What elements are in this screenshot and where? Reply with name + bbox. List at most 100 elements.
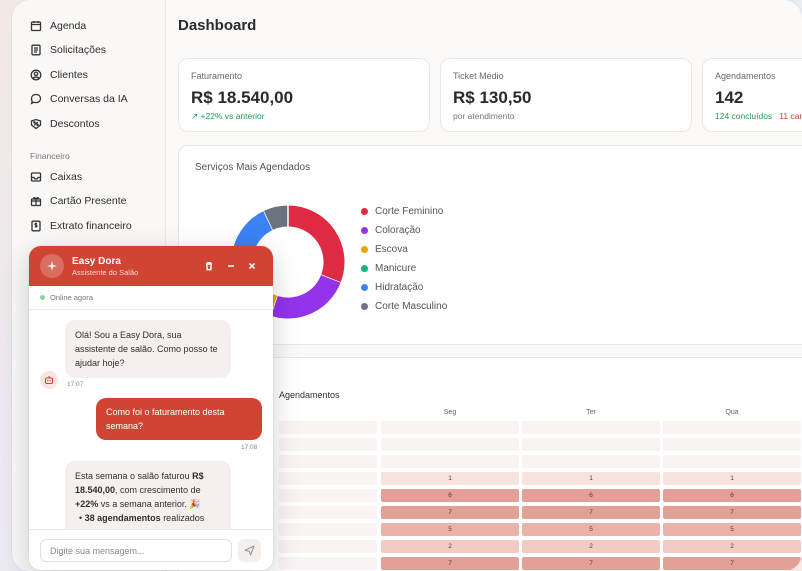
heatmap-cell[interactable]: 7	[381, 557, 519, 570]
heatmap-cell[interactable]	[279, 506, 377, 519]
sidebar-item-agenda[interactable]: Agenda	[30, 18, 86, 34]
heatmap-cell[interactable]	[279, 455, 377, 468]
heatmap-cell[interactable]	[279, 472, 377, 485]
heatmap-cell[interactable]: 6	[381, 489, 519, 502]
heatmap-cell[interactable]	[381, 455, 519, 468]
heatmap-cell[interactable]: 2	[663, 540, 801, 553]
sidebar-item-label: Clientes	[50, 69, 88, 81]
sidebar-item-conversas[interactable]: Conversas da IA	[30, 91, 128, 107]
heatmap-cell[interactable]: 7	[522, 506, 660, 519]
stat-trend-text: +22% vs anterior	[200, 111, 265, 121]
heatmap-cell[interactable]	[279, 421, 377, 434]
message-text: realizados	[160, 513, 205, 523]
heatmap-cell[interactable]: 7	[381, 506, 519, 519]
page-title: Dashboard	[178, 17, 257, 34]
chat-widget: Easy Dora Assistente do Salão Online ago…	[29, 246, 273, 570]
sidebar-item-extrato[interactable]: Extrato financeiro	[30, 218, 132, 234]
section-label-financeiro: Financeiro	[30, 151, 70, 161]
heatmap-cell[interactable]: 1	[381, 472, 519, 485]
minimize-chat-button[interactable]	[224, 259, 238, 273]
heatmap-cell[interactable]	[663, 438, 801, 451]
heatmap-cell[interactable]	[381, 438, 519, 451]
sidebar-item-clientes[interactable]: Clientes	[30, 67, 88, 83]
chat-footer	[29, 529, 273, 570]
donut-slice-corte-feminino[interactable]	[287, 205, 345, 283]
heatmap-cell[interactable]: 2	[522, 540, 660, 553]
chat-message-input[interactable]	[40, 539, 232, 562]
chat-header: Easy Dora Assistente do Salão	[29, 246, 273, 286]
heatmap-cell[interactable]: 7	[522, 557, 660, 570]
legend-dot	[361, 227, 368, 234]
divider	[29, 309, 273, 310]
heatmap-cell[interactable]: 5	[522, 523, 660, 536]
legend-dot	[361, 265, 368, 272]
legend-label: Manicure	[375, 263, 417, 274]
heatmap-cell[interactable]	[522, 455, 660, 468]
legend-item: Escova	[361, 240, 447, 259]
heatmap-cell[interactable]: 1	[522, 472, 660, 485]
sidebar-item-label: Conversas da IA	[50, 93, 128, 105]
heatmap-cell[interactable]: 6	[663, 489, 801, 502]
heatmap-cell[interactable]: 7	[663, 506, 801, 519]
stat-sub: 124 concluídos 11 cancelados	[715, 111, 802, 121]
sidebar-item-label: Extrato financeiro	[50, 220, 132, 232]
sidebar-item-caixas[interactable]: Caixas	[30, 169, 82, 185]
delete-chat-button[interactable]	[202, 259, 216, 273]
legend-dot	[361, 284, 368, 291]
heatmap-cell[interactable]: 2	[381, 540, 519, 553]
message-bold: +22%	[75, 499, 99, 509]
heatmap-cell[interactable]: 1	[663, 472, 801, 485]
heatmap-cell[interactable]	[663, 455, 801, 468]
heatmap-cell[interactable]: 5	[381, 523, 519, 536]
legend-item: Corte Masculino	[361, 297, 447, 316]
heatmap-cell[interactable]	[279, 489, 377, 502]
inbox-icon	[30, 172, 42, 182]
stat-value: 142	[715, 88, 744, 107]
heatmap-cell[interactable]: 5	[663, 523, 801, 536]
legend-item: Manicure	[361, 259, 447, 278]
message-text: vs a semana anterior. 🎉	[98, 499, 201, 509]
legend-item: Corte Feminino	[361, 202, 447, 221]
close-chat-button[interactable]	[245, 259, 259, 273]
heatmap-cell[interactable]	[279, 540, 377, 553]
heatmap-cell[interactable]	[279, 438, 377, 451]
file-icon	[31, 44, 41, 56]
message-bullet: • 38 agendamentos realizados	[79, 513, 205, 523]
legend-item: Hidratação	[361, 278, 447, 297]
heatmap-cell[interactable]: 6	[522, 489, 660, 502]
stat-label: Ticket Médio	[453, 71, 504, 81]
discount-icon	[30, 118, 42, 130]
send-button[interactable]	[238, 539, 261, 562]
chart-legend: Corte Feminino Coloração Escova Manicure Hid…	[361, 202, 447, 316]
user-message: Como foi o faturamento desta semana?	[96, 398, 262, 440]
calendar-icon	[30, 21, 42, 32]
legend-label: Corte Feminino	[375, 206, 444, 217]
online-status-text: Online agora	[50, 293, 93, 302]
gift-icon	[30, 197, 42, 207]
minus-icon	[228, 265, 234, 267]
concluidos-count: 124 concluídos	[715, 111, 773, 121]
sidebar-item-cartao-presente[interactable]: Cartão Presente	[30, 193, 126, 209]
donut-slice-colora-o[interactable]	[270, 274, 341, 319]
heatmap-cell[interactable]: 7	[663, 557, 801, 570]
message-text: Esta semana o salão faturou	[75, 471, 193, 481]
online-status: Online agora	[40, 293, 93, 302]
heatmap-cell[interactable]	[522, 421, 660, 434]
heatmap-day-header: Qua	[725, 409, 739, 416]
heatmap-cell[interactable]	[279, 523, 377, 536]
stat-label: Faturamento	[191, 71, 243, 81]
stat-value: R$ 130,50	[453, 88, 532, 107]
heatmap-cell[interactable]	[381, 421, 519, 434]
trend-up-icon: ↗	[191, 111, 199, 121]
heatmap-cell[interactable]	[663, 421, 801, 434]
legend-label: Escova	[375, 244, 408, 255]
donut-slice-corte-masculino[interactable]	[263, 205, 289, 231]
sidebar-item-label: Agenda	[50, 20, 87, 32]
heatmap-cell[interactable]	[522, 438, 660, 451]
heatmap-cell[interactable]	[279, 557, 377, 570]
chat-assistant-role: Assistente do Salão	[72, 268, 139, 277]
sidebar-item-solicitacoes[interactable]: Solicitações	[30, 42, 106, 58]
legend-label: Corte Masculino	[375, 301, 448, 312]
sidebar-item-descontos[interactable]: Descontos	[30, 116, 100, 132]
message-time: 17:08	[241, 444, 258, 451]
